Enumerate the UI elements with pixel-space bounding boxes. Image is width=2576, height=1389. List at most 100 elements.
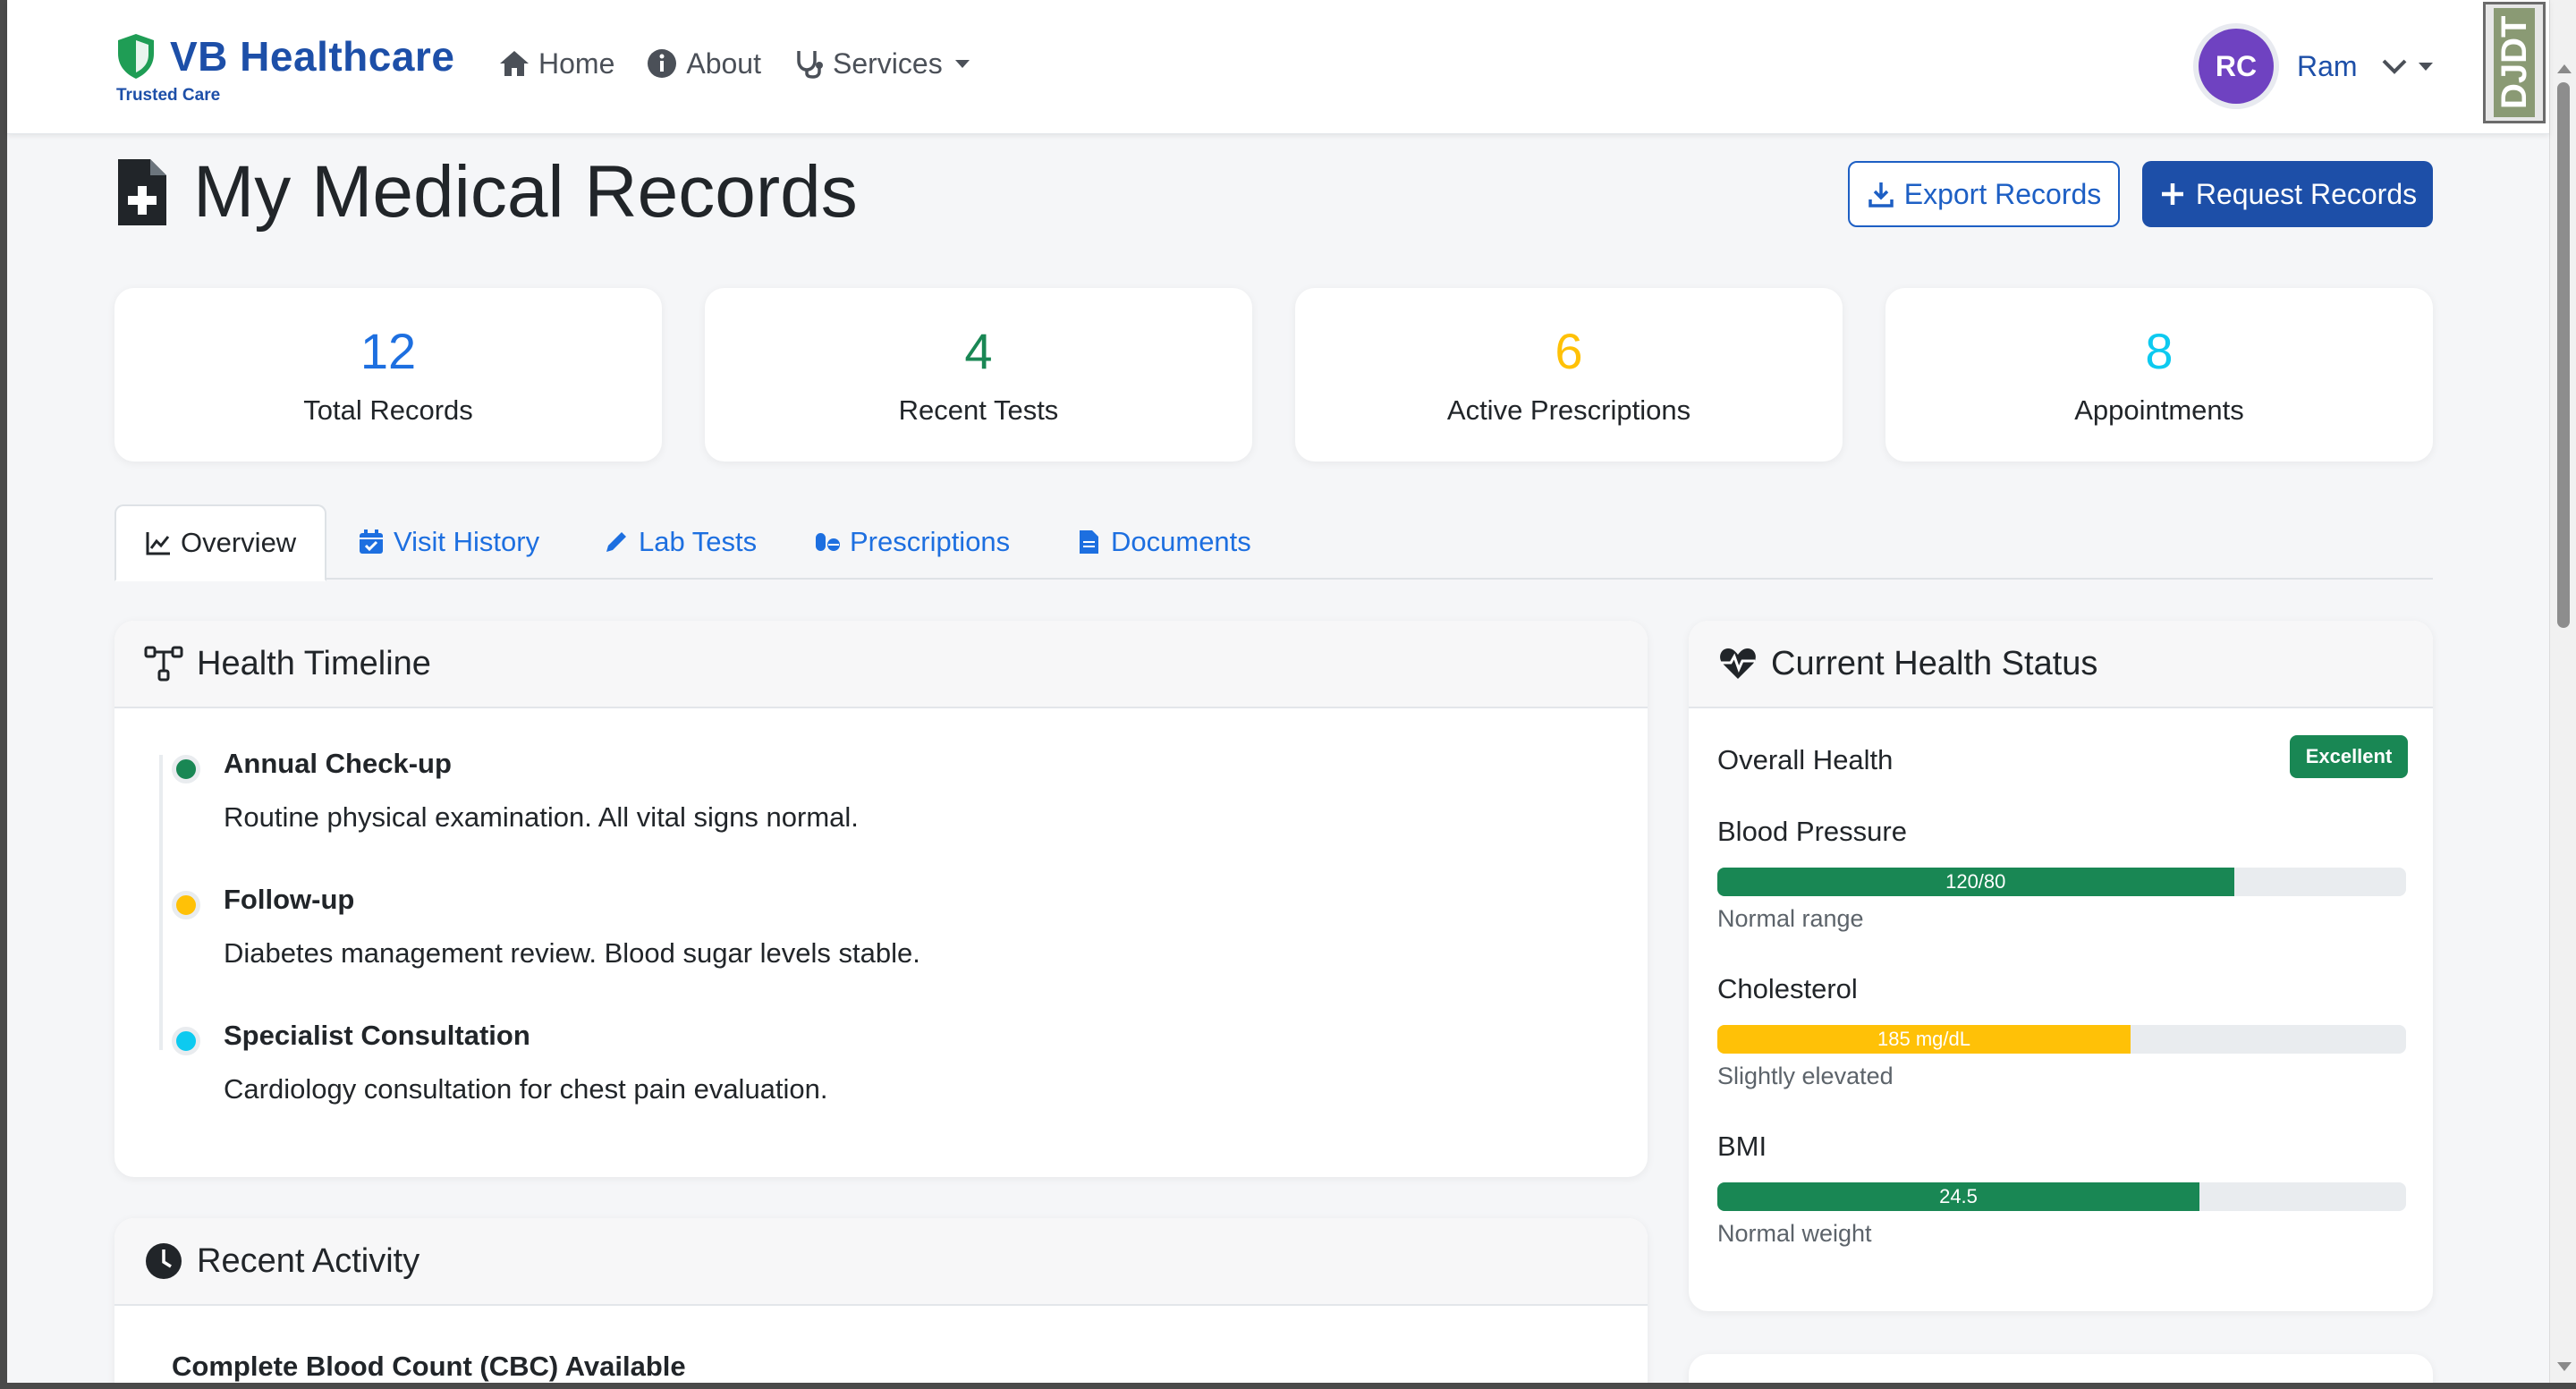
- metric-progress-bar: 24.5: [1717, 1182, 2406, 1211]
- page-scrollbar[interactable]: [2549, 0, 2576, 1389]
- metric-progress-bar: 185 mg/dL: [1717, 1025, 2406, 1054]
- nav-about-label: About: [686, 47, 761, 80]
- debug-toolbar-toggle[interactable]: DJDT: [2483, 2, 2546, 123]
- tab-visit-history[interactable]: Visit History: [358, 504, 539, 580]
- nav-home-link[interactable]: Home: [497, 47, 614, 80]
- caret-down-icon: [954, 59, 970, 68]
- avatar[interactable]: RC: [2199, 29, 2274, 104]
- health-status-title: Current Health Status: [1771, 644, 2098, 682]
- pills-icon: [816, 533, 840, 551]
- brand-logo[interactable]: VB Healthcare Trusted Care: [114, 32, 454, 106]
- download-icon: [1868, 182, 1894, 208]
- stat-label: Recent Tests: [898, 394, 1059, 426]
- records-tabs: Overview Visit History Lab Tests Prescri…: [114, 504, 2433, 581]
- timeline-item: Annual Check-up Routine physical examina…: [172, 748, 859, 834]
- calendar-check-icon: [360, 529, 383, 554]
- timeline-item-desc: Routine physical examination. All vital …: [224, 801, 859, 833]
- stat-value: 6: [1555, 323, 1583, 379]
- timeline-item: Follow-up Diabetes management review. Bl…: [172, 884, 920, 970]
- stat-label: Total Records: [303, 394, 473, 426]
- timeline-item: Specialist Consultation Cardiology consu…: [172, 1020, 828, 1105]
- tab-prescriptions[interactable]: Prescriptions: [814, 504, 1010, 580]
- page-title: My Medical Records: [114, 150, 858, 234]
- caret-down-icon[interactable]: [2418, 62, 2433, 71]
- health-timeline-header: Health Timeline: [114, 621, 1648, 708]
- nav-services-label: Services: [832, 47, 943, 80]
- metric-progress-bar: 120/80: [1717, 868, 2406, 896]
- request-records-label: Request Records: [2195, 177, 2418, 210]
- nav-services-dropdown[interactable]: Services: [792, 47, 970, 80]
- health-timeline-card: Health Timeline Annual Check-up Routine …: [114, 621, 1648, 1177]
- timeline-item-title: Follow-up: [224, 884, 355, 915]
- chevron-down-icon[interactable]: [2379, 51, 2410, 81]
- overall-health-label: Overall Health: [1717, 744, 1894, 775]
- home-icon: [500, 51, 529, 76]
- recent-activity-header: Recent Activity: [114, 1218, 1648, 1306]
- timeline-item-desc: Cardiology consultation for chest pain e…: [224, 1073, 828, 1105]
- tab-lab-tests[interactable]: Lab Tests: [603, 504, 757, 580]
- clock-icon: [146, 1243, 182, 1279]
- timeline-dot: [172, 891, 200, 919]
- metric-note: Slightly elevated: [1717, 1063, 1894, 1089]
- file-text-icon: [1080, 530, 1098, 554]
- user-name[interactable]: Ram: [2297, 50, 2358, 83]
- file-medical-icon: [118, 159, 166, 225]
- request-records-button[interactable]: Request Records: [2142, 161, 2433, 227]
- timeline-dot: [172, 755, 200, 783]
- info-circle-icon: [648, 49, 677, 78]
- stat-label: Appointments: [2074, 394, 2244, 426]
- metric-label: Cholesterol: [1717, 973, 1858, 1004]
- brand-tagline: Trusted Care: [116, 86, 221, 105]
- pencil-icon: [606, 532, 626, 552]
- stat-value: 12: [360, 323, 417, 379]
- timeline-item-title: Annual Check-up: [224, 748, 452, 779]
- export-records-label: Export Records: [1903, 177, 2102, 210]
- status-badge: Excellent: [2290, 735, 2408, 778]
- tab-prescriptions-label: Prescriptions: [850, 526, 1011, 557]
- stat-label: Active Prescriptions: [1446, 394, 1691, 426]
- metric-label: Blood Pressure: [1717, 816, 1907, 847]
- export-records-button[interactable]: Export Records: [1848, 161, 2120, 227]
- shield-check-icon: [118, 34, 154, 79]
- tab-visit-history-label: Visit History: [394, 526, 540, 557]
- nav-about-link[interactable]: About: [645, 47, 761, 80]
- current-health-status-card: Current Health Status Overall Health Exc…: [1689, 621, 2433, 1311]
- stat-card-active-prescriptions: 6 Active Prescriptions: [1295, 288, 1843, 462]
- user-menu[interactable]: RC Ram: [2199, 29, 2433, 104]
- tab-documents-label: Documents: [1111, 526, 1251, 557]
- metric-note: Normal range: [1717, 905, 1864, 932]
- brand-name: VB Healthcare: [170, 33, 455, 80]
- plus-icon: [2161, 183, 2183, 205]
- stat-value: 8: [2145, 323, 2174, 379]
- debug-toolbar-label: DJDT: [2494, 8, 2535, 117]
- health-timeline-title: Health Timeline: [197, 644, 431, 682]
- scroll-thumb[interactable]: [2557, 82, 2570, 628]
- heartbeat-icon: [1720, 648, 1756, 679]
- metric-note: Normal weight: [1717, 1220, 1872, 1247]
- metric-progress-fill: 120/80: [1717, 868, 2234, 896]
- activity-item-title[interactable]: Complete Blood Count (CBC) Available: [172, 1351, 686, 1383]
- nav-home-label: Home: [538, 47, 615, 80]
- timeline-dot: [172, 1027, 200, 1055]
- stat-card-appointments: 8 Appointments: [1885, 288, 2433, 462]
- top-navbar: VB Healthcare Trusted Care Home About Se…: [7, 0, 2549, 134]
- window-frame-left: [0, 0, 7, 1389]
- stat-card-recent-tests: 4 Recent Tests: [705, 288, 1252, 462]
- main-nav: Home About Services: [497, 47, 1000, 80]
- metric-label: BMI: [1717, 1131, 1767, 1162]
- timeline-line: [159, 755, 163, 1050]
- tab-overview[interactable]: Overview: [114, 504, 327, 581]
- metric-progress-fill: 185 mg/dL: [1717, 1025, 2131, 1054]
- tab-overview-label: Overview: [181, 527, 297, 558]
- timeline-nodes-icon: [144, 646, 183, 682]
- recent-activity-title: Recent Activity: [197, 1241, 420, 1280]
- window-frame-bottom: [0, 1383, 2576, 1389]
- metric-progress-fill: 24.5: [1717, 1182, 2199, 1211]
- tab-documents[interactable]: Documents: [1075, 504, 1251, 580]
- scroll-up-arrow-icon[interactable]: [2557, 64, 2572, 73]
- scroll-down-arrow-icon[interactable]: [2557, 1362, 2572, 1371]
- recent-activity-card: Recent Activity Complete Blood Count (CB…: [114, 1218, 1648, 1389]
- stethoscope-icon: [797, 51, 823, 79]
- timeline-item-title: Specialist Consultation: [224, 1020, 530, 1051]
- timeline-item-desc: Diabetes management review. Blood sugar …: [224, 937, 920, 969]
